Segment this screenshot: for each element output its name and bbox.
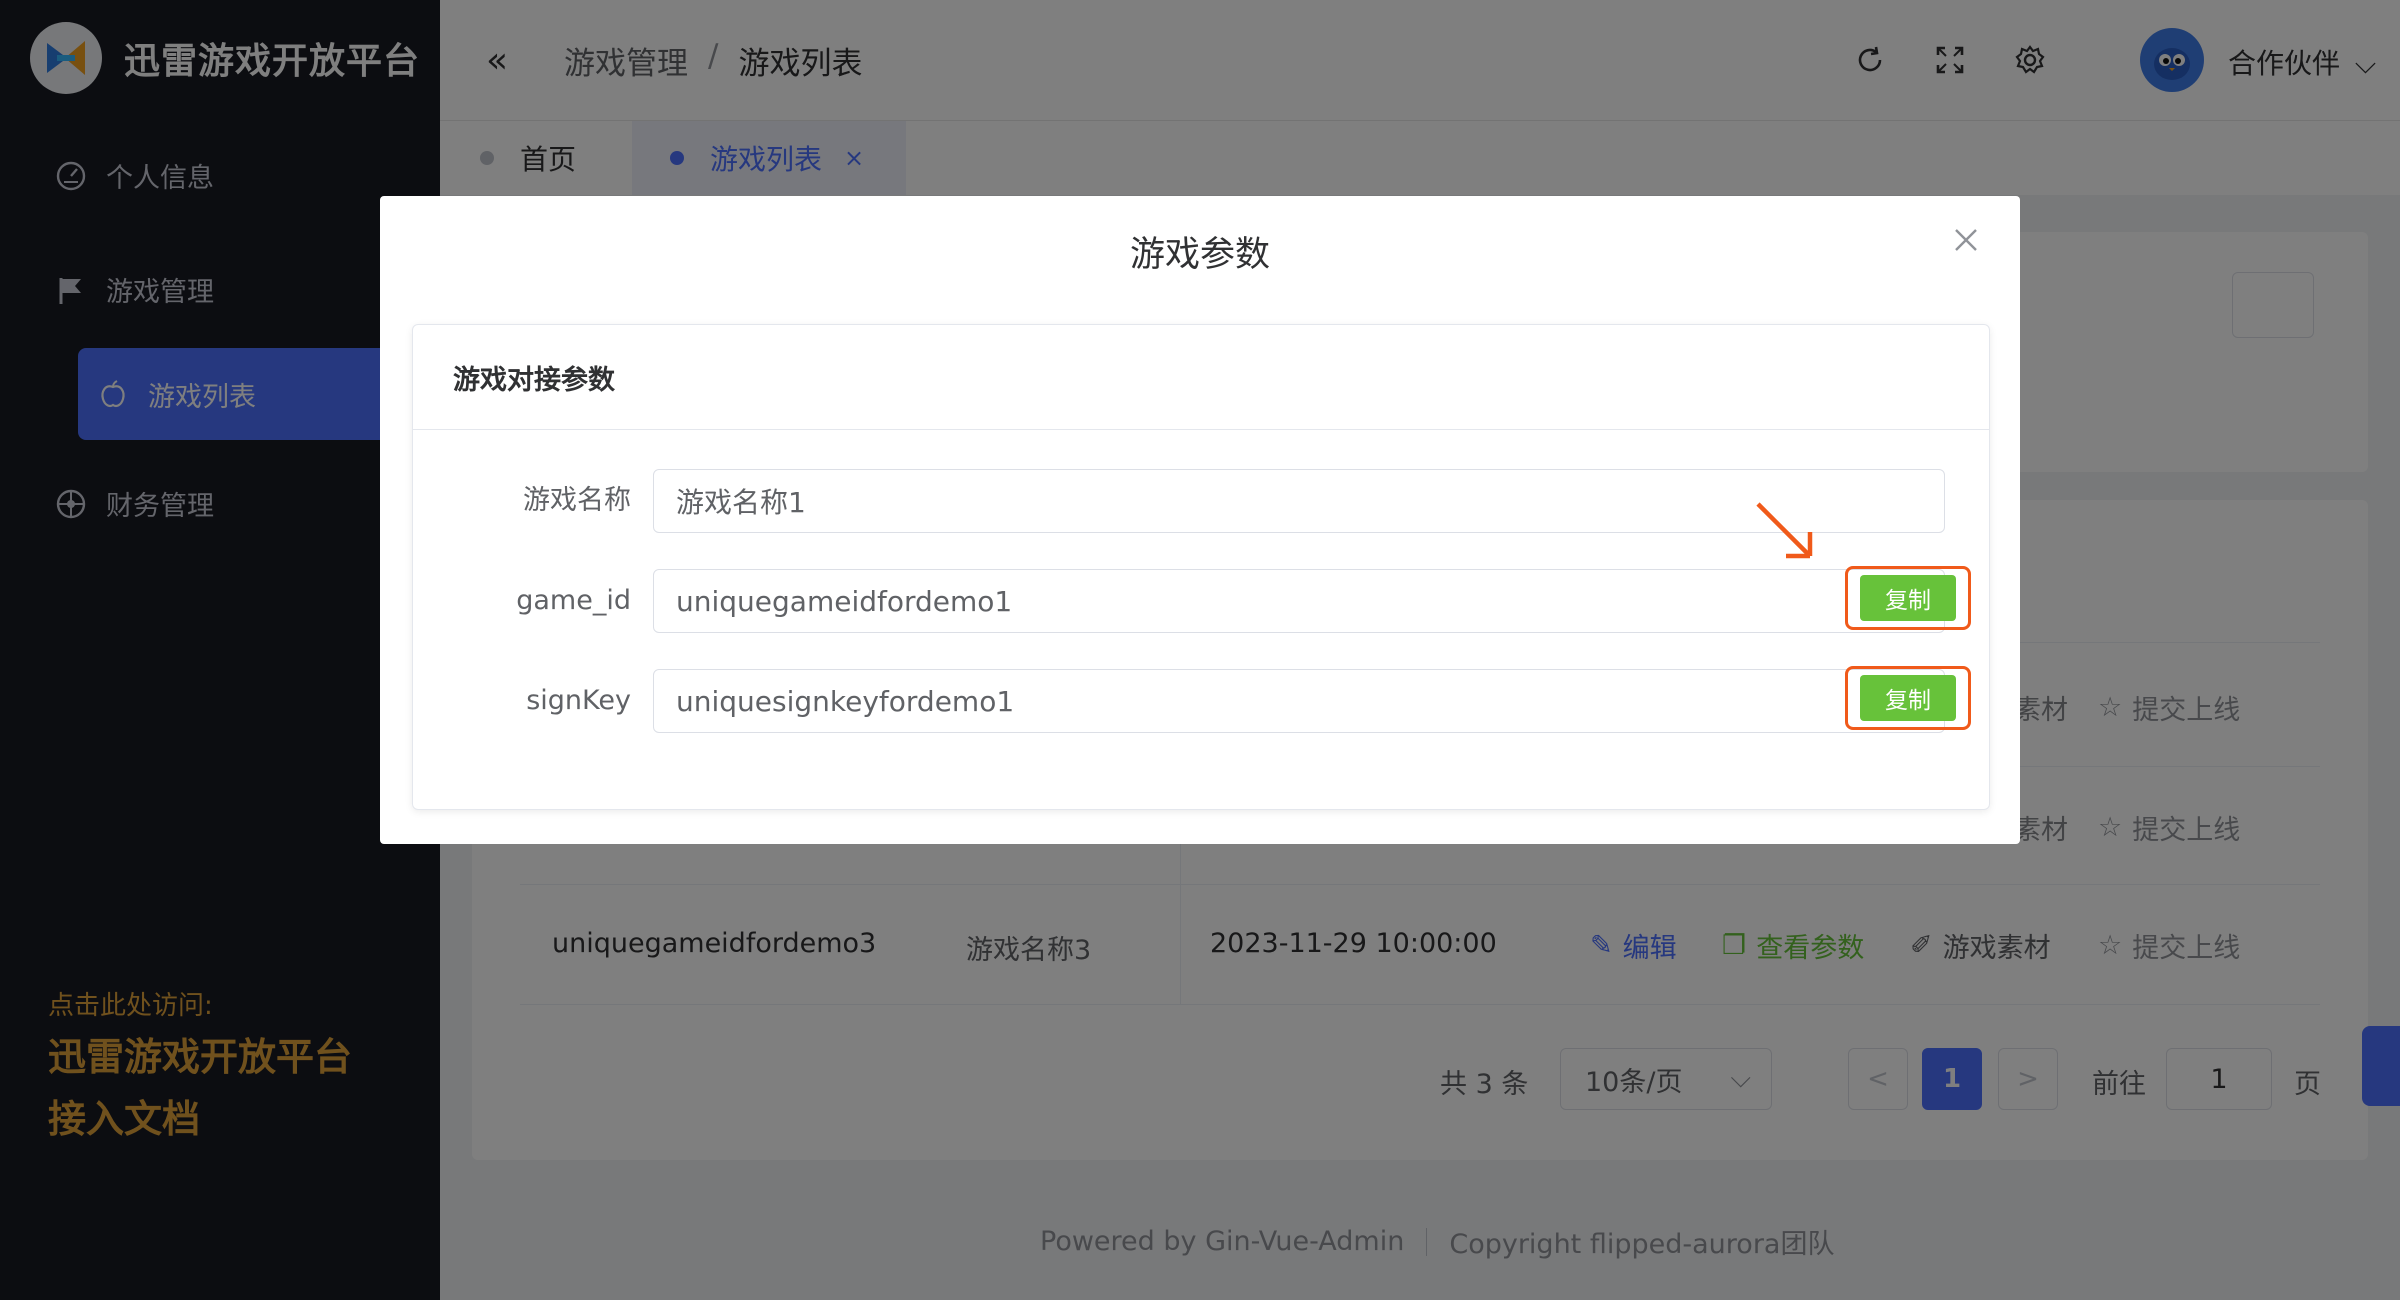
params-card-title: 游戏对接参数 [413, 325, 1989, 430]
annotation-arrow-icon [1752, 498, 1820, 570]
game-id-value: uniquegameidfordemo1 [676, 584, 1013, 618]
field-game-id: game_id uniquegameidfordemo1 复制 [413, 566, 1989, 633]
copy-game-id-button[interactable]: 复制 [1860, 575, 1956, 621]
copy-highlight-box: 复制 [1845, 566, 1971, 630]
field-label: signKey [526, 685, 631, 716]
copy-highlight-box: 复制 [1845, 666, 1971, 730]
game-params-dialog: 游戏参数 游戏对接参数 游戏名称 游戏名称1 game_id uniquegam… [380, 196, 2020, 844]
close-icon[interactable] [1948, 222, 1984, 258]
field-label: game_id [516, 585, 631, 616]
copy-sign-key-button[interactable]: 复制 [1860, 675, 1956, 721]
dialog-title: 游戏参数 [1129, 235, 1270, 275]
sign-key-field[interactable]: uniquesignkeyfordemo1 [653, 669, 1945, 733]
field-sign-key: signKey uniquesignkeyfordemo1 复制 [413, 666, 1989, 733]
sign-key-value: uniquesignkeyfordemo1 [676, 684, 1015, 718]
game-name-value: 游戏名称1 [676, 486, 806, 519]
game-id-field[interactable]: uniquegameidfordemo1 [653, 569, 1945, 633]
field-label: 游戏名称 [523, 485, 631, 516]
